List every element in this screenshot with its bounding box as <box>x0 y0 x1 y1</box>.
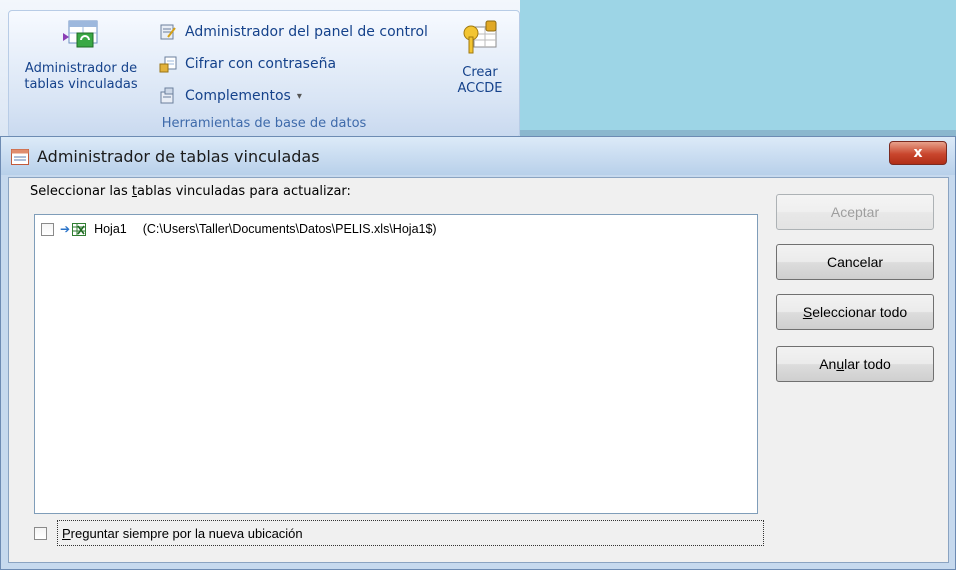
always-prompt-label[interactable]: Preguntar siempre por la nueva ubicación <box>57 520 764 546</box>
list-item[interactable]: ➔ Hoja1 (C:\Users\Taller\Documents\Datos… <box>41 219 437 239</box>
select-tables-prompt: Seleccionar las tablas vinculadas para a… <box>30 184 351 199</box>
item-checkbox[interactable] <box>41 222 54 236</box>
linked-table-manager-ribbon-button[interactable]: Administrador de tablas vinculadas <box>13 19 149 93</box>
linked-tables-list[interactable]: ➔ Hoja1 (C:\Users\Taller\Documents\Datos… <box>34 214 758 514</box>
prompt-text-end: ablas vinculadas para actualizar: <box>137 184 351 199</box>
create-accde-button[interactable]: Crear ACCDE <box>447 19 513 97</box>
addins-label: Complementos <box>185 88 291 104</box>
addins-button[interactable]: Complementos ▾ <box>159 85 302 107</box>
dialog-titlebar[interactable]: Administrador de tablas vinculadas x <box>1 137 955 175</box>
select-all-label: eleccionar todo <box>812 304 908 320</box>
item-name: Hoja1 <box>94 222 127 236</box>
link-arrow-icon: ➔ <box>60 222 71 236</box>
prompt-text-start: Seleccionar las <box>30 184 132 199</box>
addins-icon <box>160 87 174 104</box>
item-path: (C:\Users\Taller\Documents\Datos\PELIS.x… <box>142 222 437 236</box>
create-accde-label-line1: Crear <box>462 65 498 80</box>
create-accde-label-line2: ACCDE <box>457 81 503 96</box>
switchboard-manager-button[interactable]: Administrador del panel de control <box>159 21 428 43</box>
select-all-accelerator: S <box>802 304 813 320</box>
always-prompt-option[interactable]: Preguntar siempre por la nueva ubicación <box>34 520 764 546</box>
clear-all-label-end: lar todo <box>844 356 891 372</box>
clear-all-button[interactable]: An u lar todo <box>776 346 934 382</box>
cancel-button[interactable]: Cancelar <box>776 244 934 280</box>
dialog-title: Administrador de tablas vinculadas <box>37 147 320 166</box>
background-area <box>520 0 956 136</box>
linked-table-manager-label-line2: tablas vinculadas <box>24 77 138 92</box>
select-all-button[interactable]: Seleccionar todo <box>776 294 934 330</box>
linked-table-manager-icon <box>63 20 98 48</box>
accept-label: Aceptar <box>830 204 880 220</box>
close-button[interactable]: x <box>889 141 947 165</box>
always-prompt-accelerator: P <box>62 525 71 541</box>
chevron-down-icon: ▾ <box>296 90 302 102</box>
encrypt-password-button[interactable]: Cifrar con contraseña <box>159 53 336 75</box>
cancel-label: Cancelar <box>826 254 884 270</box>
switchboard-icon <box>160 24 176 40</box>
dialog-app-icon <box>11 149 29 165</box>
ribbon: Administrador de tablas vinculadas Admin… <box>0 0 521 138</box>
clear-all-accelerator: u <box>836 356 845 372</box>
close-icon: x <box>913 145 923 161</box>
group-label: Herramientas de base de datos <box>161 116 367 131</box>
accept-button[interactable]: Aceptar <box>776 194 934 230</box>
database-tools-group: Administrador de tablas vinculadas Admin… <box>8 10 520 138</box>
clear-all-label-start: An <box>819 356 837 372</box>
always-prompt-text: reguntar siempre por la nueva ubicación <box>70 525 303 541</box>
excel-table-icon <box>72 222 87 236</box>
key-lock-icon <box>463 20 497 54</box>
encrypt-password-label: Cifrar con contraseña <box>185 56 337 72</box>
switchboard-manager-label: Administrador del panel de control <box>185 24 428 40</box>
always-prompt-checkbox[interactable] <box>34 526 47 540</box>
encrypt-icon <box>159 56 177 73</box>
linked-table-manager-label-line1: Administrador de <box>24 61 138 76</box>
